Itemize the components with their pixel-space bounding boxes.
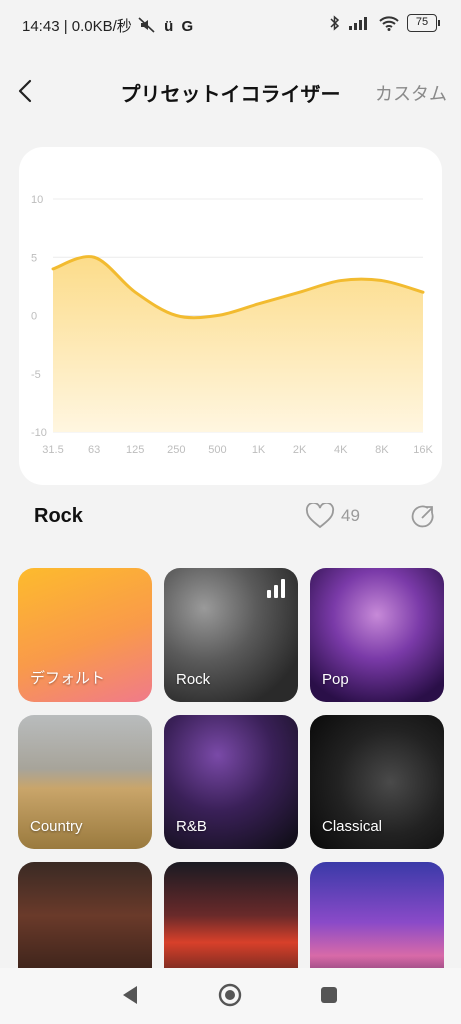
preset-tile-rock[interactable]: Rock — [164, 568, 298, 702]
heart-icon[interactable] — [305, 503, 335, 529]
y-tick-label: 10 — [31, 194, 43, 206]
like-count: 49 — [341, 506, 360, 525]
status-left-text: 14:43 | 0.0KB/秒 ü G — [22, 15, 193, 36]
y-tick-label: -10 — [31, 427, 47, 439]
preset-tile-country[interactable]: Country — [18, 715, 152, 849]
tile-label: Pop — [322, 671, 349, 688]
y-tick-label: 5 — [31, 252, 37, 264]
app-u-icon: ü — [164, 18, 174, 35]
x-tick-label: 8K — [375, 444, 389, 456]
selected-bars-icon — [267, 579, 285, 598]
status-bar: 14:43 | 0.0KB/秒 ü G 75 — [0, 0, 461, 50]
x-tick-label: 500 — [208, 444, 226, 456]
equalizer-card: 10 5 0 -5 -10 31.5 63 125 250 500 1K 2K 4K 8K 16K — [19, 147, 442, 485]
battery-indicator: 75 — [407, 14, 440, 32]
preset-tile-pop[interactable]: Pop — [310, 568, 444, 702]
preset-tile-classical[interactable]: Classical — [310, 715, 444, 849]
x-tick-label: 4K — [334, 444, 348, 456]
preset-tile-rnb[interactable]: R&B — [164, 715, 298, 849]
y-tick-label: -5 — [31, 369, 41, 381]
equalizer-chart: 10 5 0 -5 -10 31.5 63 125 250 500 1K 2K 4K 8K 16K — [31, 194, 433, 456]
preset-tile-default[interactable]: デフォルト — [18, 568, 152, 702]
x-tick-label: 16K — [413, 444, 433, 456]
wifi-icon — [379, 15, 399, 31]
x-tick-label: 125 — [126, 444, 144, 456]
triangle-back-icon[interactable] — [120, 984, 140, 1006]
x-tick-label: 1K — [252, 444, 266, 456]
preset-name: Rock — [34, 505, 83, 527]
status-time-speed: 14:43 | 0.0KB/秒 — [22, 18, 136, 35]
x-tick-label: 63 — [88, 444, 100, 456]
like-button[interactable]: 49 — [305, 503, 360, 529]
tile-label: デフォルト — [30, 670, 106, 687]
mute-icon — [138, 17, 155, 33]
google-icon: G — [181, 18, 194, 35]
signal-icon — [349, 17, 367, 30]
y-tick-label: 0 — [31, 311, 37, 323]
square-recent-icon[interactable] — [320, 986, 338, 1004]
tile-label: Rock — [176, 671, 211, 688]
tile-label: Country — [30, 818, 83, 835]
x-tick-label: 250 — [167, 444, 185, 456]
x-tick-label: 31.5 — [42, 444, 63, 456]
circle-home-icon[interactable] — [218, 983, 242, 1007]
header: プリセットイコライザー カスタム — [0, 70, 461, 114]
status-right: 75 — [329, 14, 440, 32]
tile-label: Classical — [322, 818, 383, 835]
custom-button[interactable]: カスタム — [375, 80, 447, 106]
tile-label: R&B — [176, 818, 207, 835]
navigation-bar — [0, 968, 461, 1024]
bluetooth-icon — [330, 15, 340, 31]
share-icon[interactable] — [410, 503, 438, 531]
x-tick-label: 2K — [293, 444, 307, 456]
eq-area-fill — [53, 256, 423, 432]
